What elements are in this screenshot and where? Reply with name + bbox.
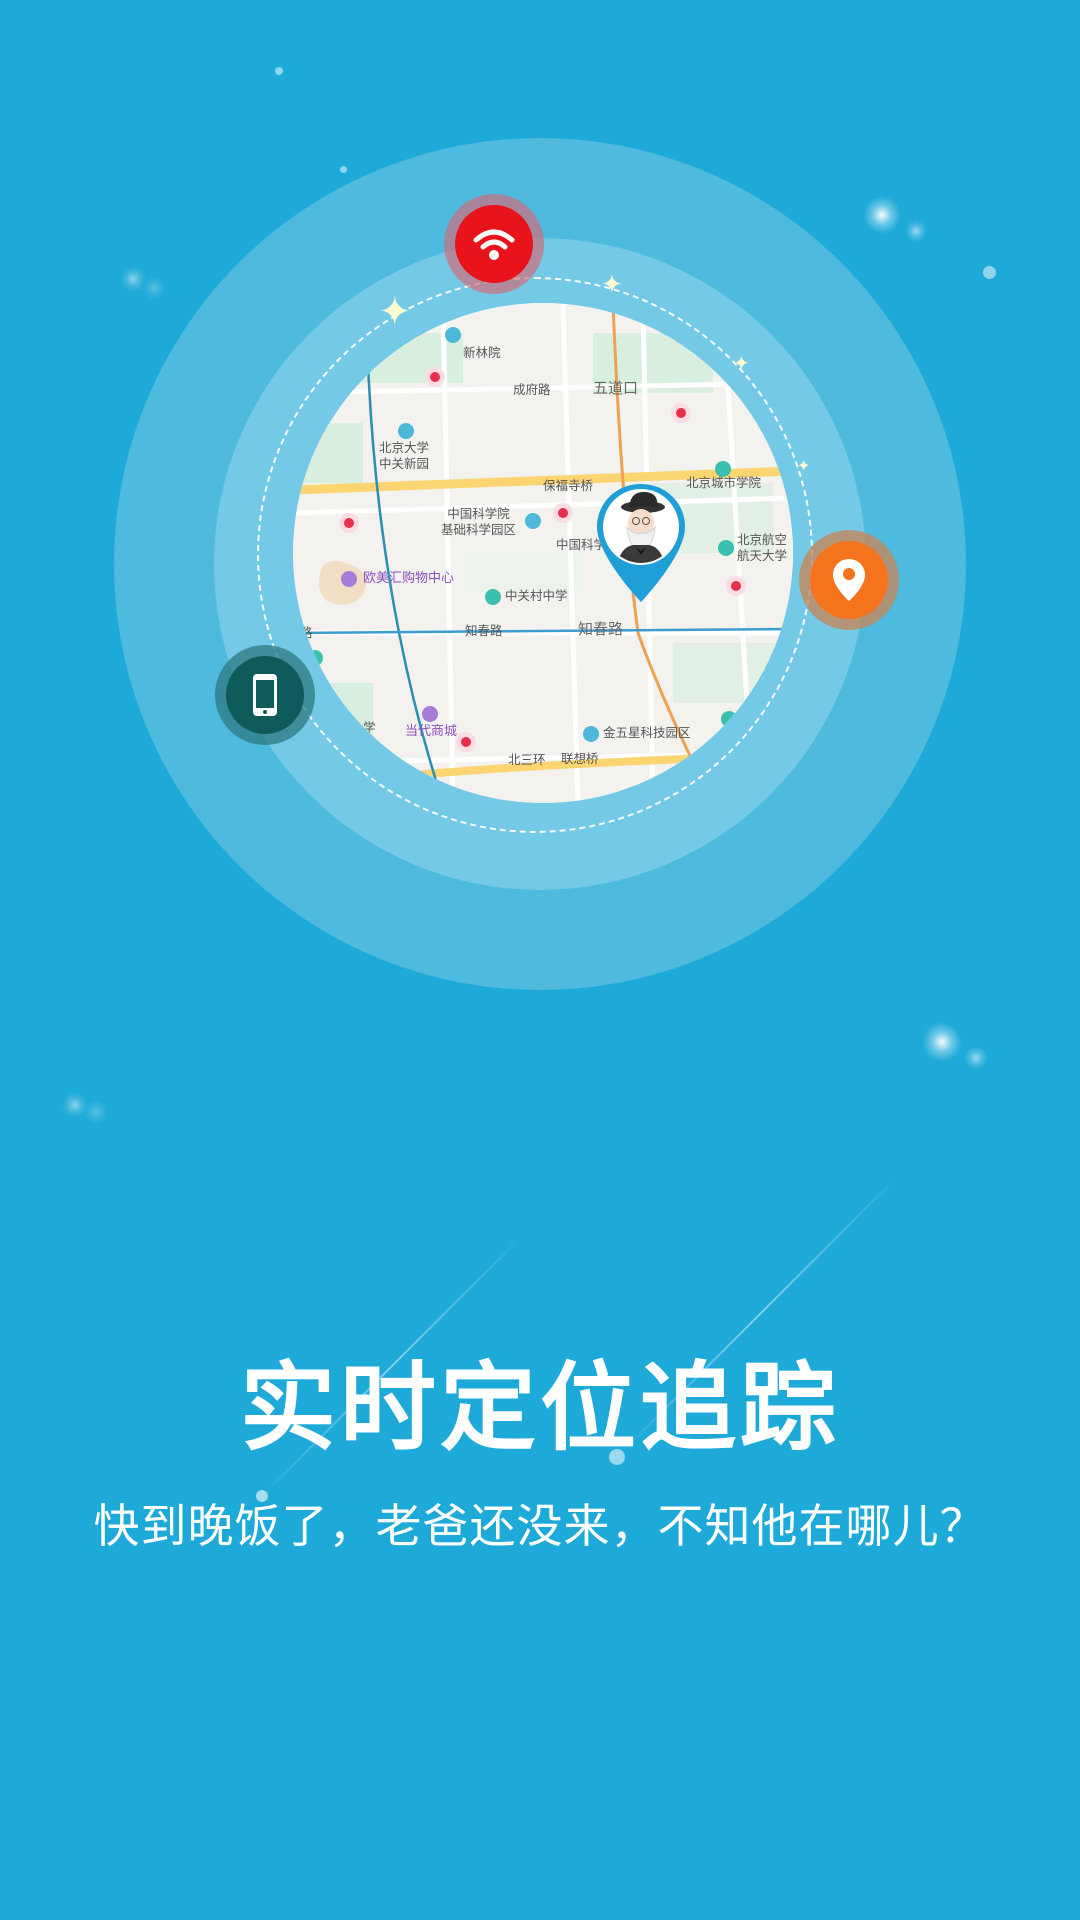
- sparkle-icon: ✦: [797, 456, 811, 475]
- bg-glow: [905, 220, 927, 242]
- bg-glow: [142, 276, 166, 300]
- page-subtitle: 快到晚饭了，老爸还没来，不知他在哪儿？: [93, 1499, 987, 1553]
- sparkle-icon: ✦: [733, 351, 750, 375]
- wifi-icon: [473, 229, 515, 260]
- bg-glow: [863, 196, 901, 234]
- splash-screen: 新林院 成府路 五道口 北京大学 中关新园 保福寺桥 北京城市学院 中国科学院 …: [0, 0, 1080, 1920]
- bg-dot: [340, 166, 347, 173]
- bg-glow: [964, 1046, 988, 1070]
- avatar-pin[interactable]: [593, 480, 689, 608]
- bg-dot: [983, 266, 996, 279]
- phone-badge[interactable]: [215, 645, 315, 745]
- sparkle-icon: ✦: [601, 270, 623, 300]
- bg-glow: [922, 1022, 962, 1062]
- bg-dot: [275, 67, 283, 75]
- location-badge[interactable]: [799, 530, 899, 630]
- sparkle-icon: ✦: [378, 289, 412, 335]
- wifi-badge[interactable]: [444, 194, 544, 294]
- grandfather-avatar: [605, 491, 677, 563]
- page-title: 实时定位追踪: [240, 1352, 840, 1464]
- orbit-ring: [257, 277, 813, 833]
- location-pin-icon: [833, 559, 865, 601]
- smartphone-icon: [253, 674, 277, 716]
- bg-glow: [84, 1100, 108, 1124]
